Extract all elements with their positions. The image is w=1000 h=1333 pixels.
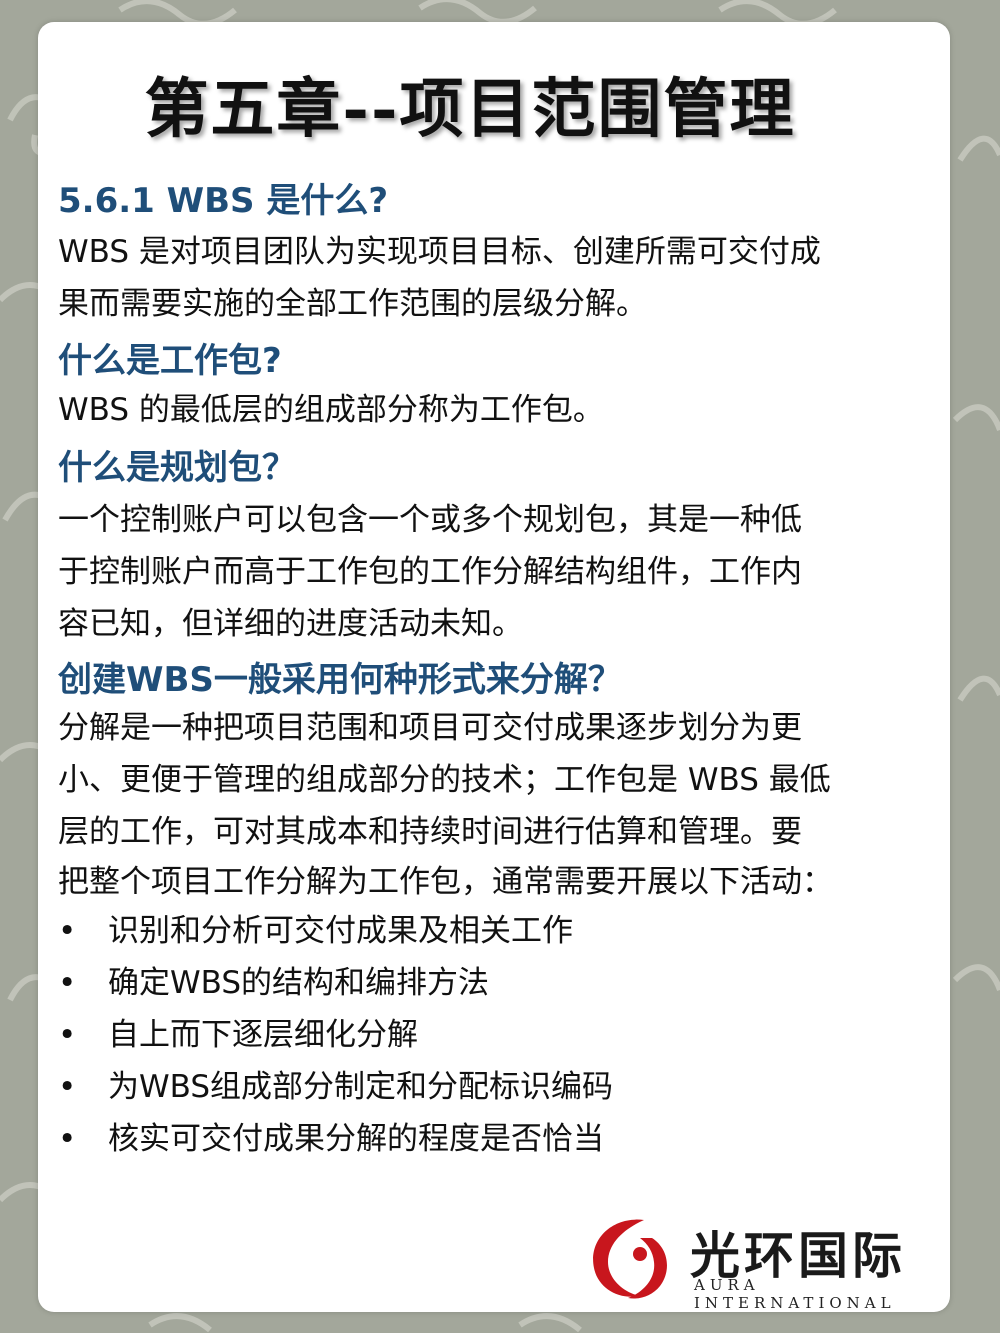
paragraph-line: 把整个项目工作分解为工作包，通常需要开展以下活动：: [58, 864, 833, 900]
section-heading-what-is-wbs: 5.6.1 WBS 是什么?: [58, 181, 389, 221]
bullet-icon: •: [58, 1069, 77, 1105]
list-item-text: 自上而下逐层细化分解: [108, 1017, 418, 1053]
list-item: • 确定WBS的结构和编排方法: [58, 957, 613, 1009]
paragraph-line: WBS 是对项目团队为实现项目目标、创建所需可交付成: [58, 234, 821, 270]
list-item: • 为WBS组成部分制定和分配标识编码: [58, 1061, 613, 1113]
paragraph-line: 层的工作，可对其成本和持续时间进行估算和管理。要: [58, 814, 802, 850]
list-item-text: 识别和分析可交付成果及相关工作: [108, 913, 573, 949]
section-heading-planning-package: 什么是规划包？: [58, 448, 296, 488]
activity-list: • 识别和分析可交付成果及相关工作 • 确定WBS的结构和编排方法 • 自上而下逐层细…: [58, 905, 613, 1165]
bullet-icon: •: [58, 1017, 77, 1053]
list-item-text: 确定WBS的结构和编排方法: [108, 965, 490, 1001]
bullet-icon: •: [58, 965, 77, 1001]
aura-swirl-icon: [593, 1219, 667, 1299]
list-item: • 识别和分析可交付成果及相关工作: [58, 905, 613, 957]
list-item-text: 为WBS组成部分制定和分配标识编码: [108, 1069, 614, 1105]
paragraph-line: 小、更便于管理的组成部分的技术；工作包是 WBS 最低: [58, 762, 831, 798]
list-item-text: 核实可交付成果分解的程度是否恰当: [108, 1121, 604, 1157]
section-heading-work-package: 什么是工作包?: [58, 341, 282, 381]
list-item: • 核实可交付成果分解的程度是否恰当: [58, 1113, 613, 1165]
paragraph-line: 果而需要实施的全部工作范围的层级分解。: [58, 286, 647, 322]
logo-name-en: AURA INTERNATIONAL: [694, 1276, 896, 1312]
paragraph-line: 于控制账户而高于工作包的工作分解结构组件，工作内: [58, 554, 802, 590]
bullet-icon: •: [58, 1121, 77, 1157]
list-item: • 自上而下逐层细化分解: [58, 1009, 613, 1061]
bullet-icon: •: [58, 913, 77, 949]
aura-logo: 光环国际 AURA INTERNATIONAL: [582, 1208, 932, 1312]
paragraph-line: WBS 的最低层的组成部分称为工作包。: [58, 392, 604, 428]
paragraph-line: 容已知，但详细的进度活动未知。: [58, 606, 523, 642]
section-heading-decomposition: 创建WBS一般采用何种形式来分解？: [58, 660, 622, 700]
paragraph-line: 一个控制账户可以包含一个或多个规划包，其是一种低: [58, 502, 802, 538]
page-title: 第五章--项目范围管理: [144, 72, 796, 147]
paragraph-line: 分解是一种把项目范围和项目可交付成果逐步划分为更: [58, 710, 802, 746]
